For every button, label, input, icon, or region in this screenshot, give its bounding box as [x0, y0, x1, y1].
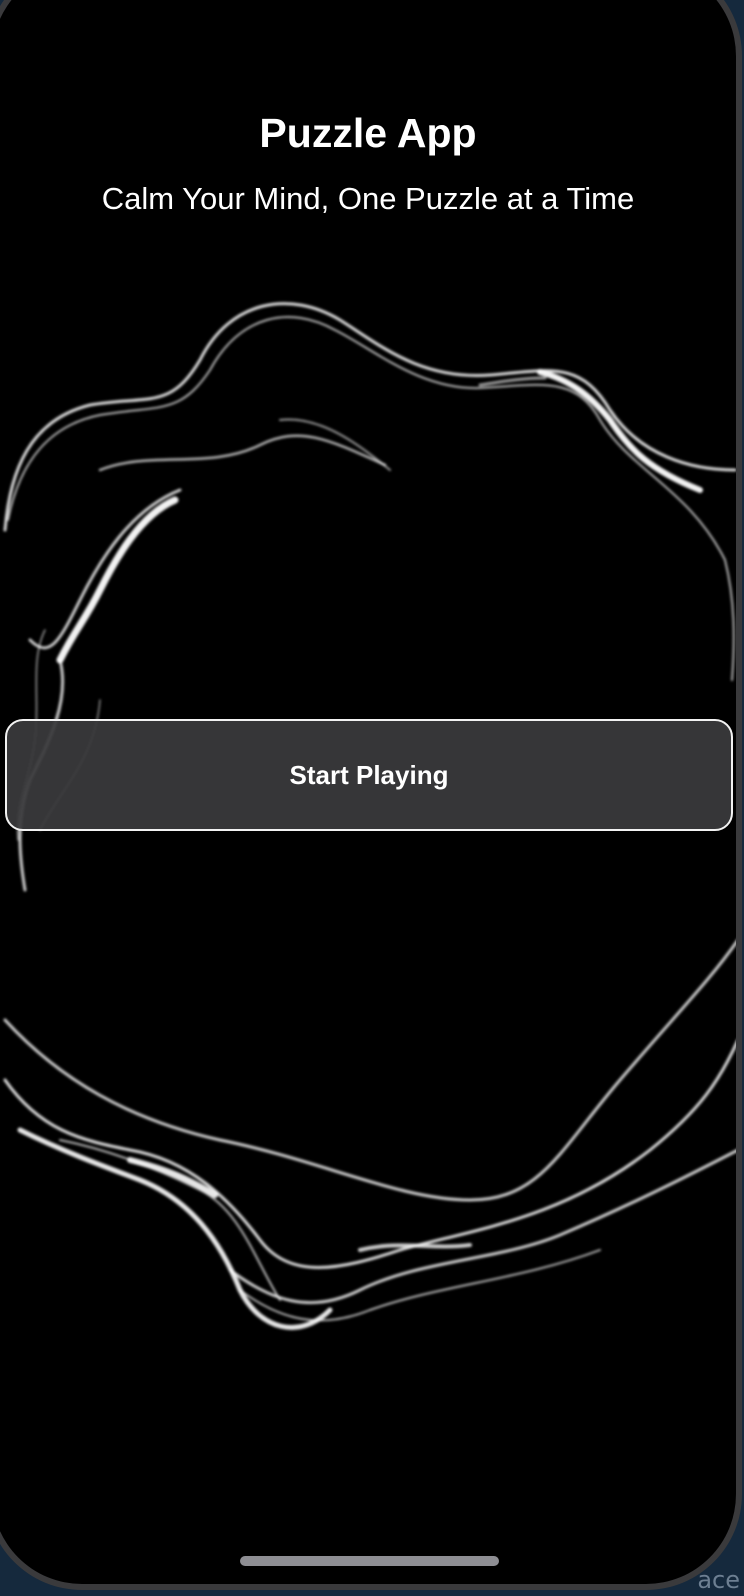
start-playing-label: Start Playing — [289, 759, 449, 790]
device-frame: ace Puzzle App Calm Your Mind, One Puzzl… — [0, 0, 744, 1596]
screen-content: Puzzle App Calm Your Mind, One Puzzle at… — [0, 0, 736, 1584]
app-title: Puzzle App — [259, 110, 477, 156]
home-indicator[interactable] — [240, 1556, 499, 1566]
app-screen: Puzzle App Calm Your Mind, One Puzzle at… — [0, 0, 736, 1584]
app-subtitle: Calm Your Mind, One Puzzle at a Time — [101, 181, 635, 216]
start-playing-button[interactable]: Start Playing — [5, 719, 733, 831]
